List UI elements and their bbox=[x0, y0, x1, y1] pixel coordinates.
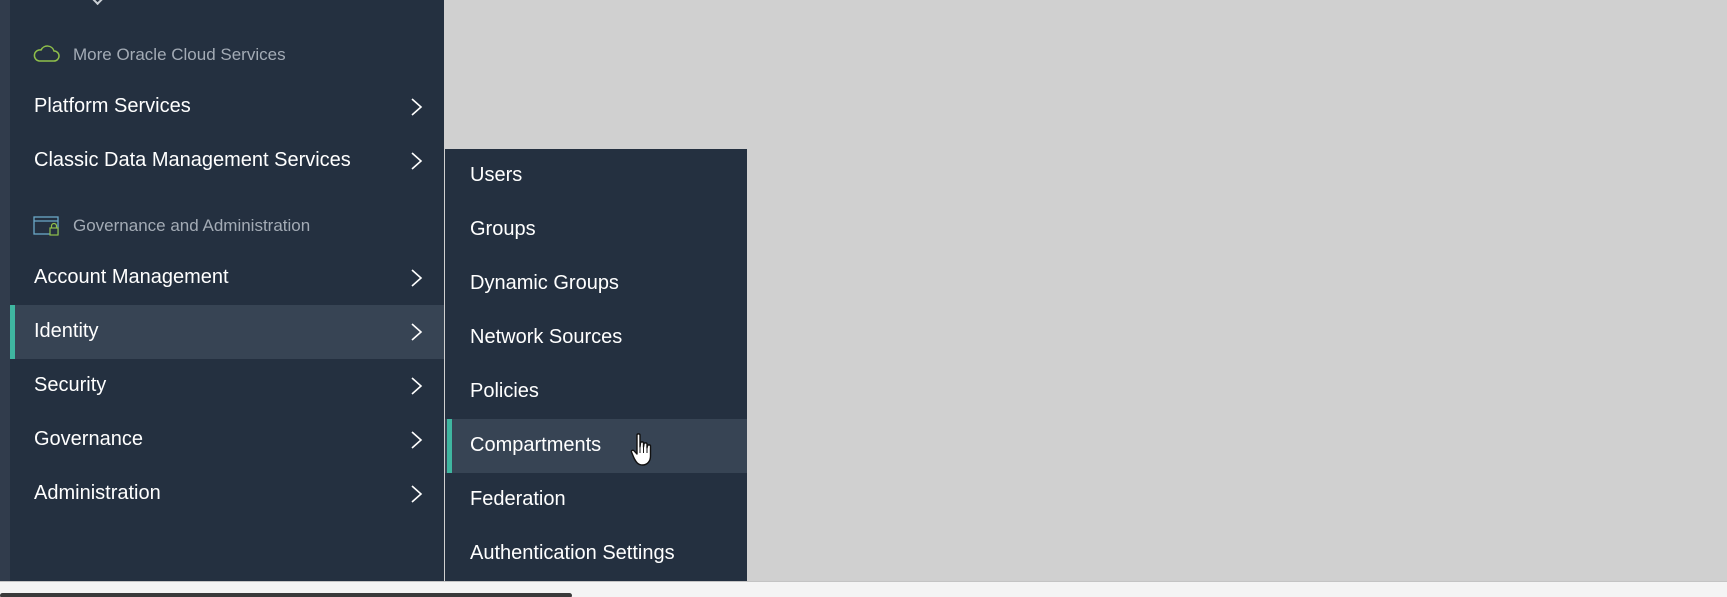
submenu-item-dynamic-groups[interactable]: Dynamic Groups bbox=[445, 257, 747, 311]
submenu-item-label: Authentication Settings bbox=[470, 542, 675, 564]
nav-item-classic-data-management-services[interactable]: Classic Data Management Services bbox=[10, 134, 444, 188]
submenu-item-policies[interactable]: Policies bbox=[445, 365, 747, 419]
scrollbar-thumb[interactable] bbox=[0, 593, 572, 597]
horizontal-scrollbar[interactable] bbox=[0, 581, 1727, 597]
submenu-item-label: Groups bbox=[470, 218, 536, 240]
chevron-right-icon bbox=[411, 269, 423, 287]
collapse-caret-icon[interactable] bbox=[91, 0, 107, 6]
nav-item-security[interactable]: Security bbox=[10, 359, 444, 413]
submenu-item-groups[interactable]: Groups bbox=[445, 203, 747, 257]
nav-item-label: Classic Data Management Services bbox=[34, 149, 351, 171]
section-label: More Oracle Cloud Services bbox=[73, 45, 286, 64]
submenu-item-network-sources[interactable]: Network Sources bbox=[445, 311, 747, 365]
submenu-item-federation[interactable]: Federation bbox=[445, 473, 747, 527]
submenu-item-label: Dynamic Groups bbox=[470, 272, 619, 294]
identity-submenu: Users Groups Dynamic Groups Network Sour… bbox=[445, 149, 747, 581]
nav-item-platform-services[interactable]: Platform Services bbox=[10, 80, 444, 134]
chevron-right-icon bbox=[411, 485, 423, 503]
submenu-item-label: Compartments bbox=[470, 434, 602, 456]
left-edge-strip bbox=[0, 0, 10, 581]
chevron-right-icon bbox=[411, 431, 423, 449]
submenu-item-label: Federation bbox=[470, 488, 566, 510]
submenu-item-label: Users bbox=[470, 164, 523, 186]
section-header-more-oracle-cloud-services: More Oracle Cloud Services bbox=[10, 37, 444, 73]
submenu-item-authentication-settings[interactable]: Authentication Settings bbox=[445, 527, 747, 581]
nav-item-label: Account Management bbox=[34, 266, 229, 288]
section-header-governance-and-administration: Governance and Administration bbox=[10, 208, 444, 244]
chevron-right-icon bbox=[411, 152, 423, 170]
nav-item-label: Administration bbox=[34, 482, 161, 504]
nav-item-identity[interactable]: Identity bbox=[10, 305, 444, 359]
cloud-icon bbox=[33, 45, 60, 62]
chevron-right-icon bbox=[411, 323, 423, 341]
hand-pointer-cursor-icon bbox=[630, 433, 652, 466]
nav-item-label: Security bbox=[34, 374, 107, 396]
nav-item-label: Platform Services bbox=[34, 95, 191, 117]
nav-item-administration[interactable]: Administration bbox=[10, 467, 444, 521]
chevron-right-icon bbox=[411, 377, 423, 395]
submenu-item-compartments[interactable]: Compartments bbox=[445, 419, 747, 473]
nav-item-label: Identity bbox=[34, 320, 99, 342]
nav-item-label: Governance bbox=[34, 428, 143, 450]
section-label: Governance and Administration bbox=[73, 216, 311, 235]
submenu-item-users[interactable]: Users bbox=[445, 149, 747, 203]
nav-item-governance[interactable]: Governance bbox=[10, 413, 444, 467]
chevron-right-icon bbox=[411, 98, 423, 116]
nav-item-account-management[interactable]: Account Management bbox=[10, 251, 444, 305]
navigation-menu: More Oracle Cloud Services Platform Serv… bbox=[10, 0, 444, 581]
admin-window-lock-icon bbox=[33, 216, 59, 236]
submenu-item-label: Policies bbox=[470, 380, 539, 402]
screen: More Oracle Cloud Services Platform Serv… bbox=[0, 0, 1727, 597]
submenu-item-label: Network Sources bbox=[470, 326, 623, 348]
